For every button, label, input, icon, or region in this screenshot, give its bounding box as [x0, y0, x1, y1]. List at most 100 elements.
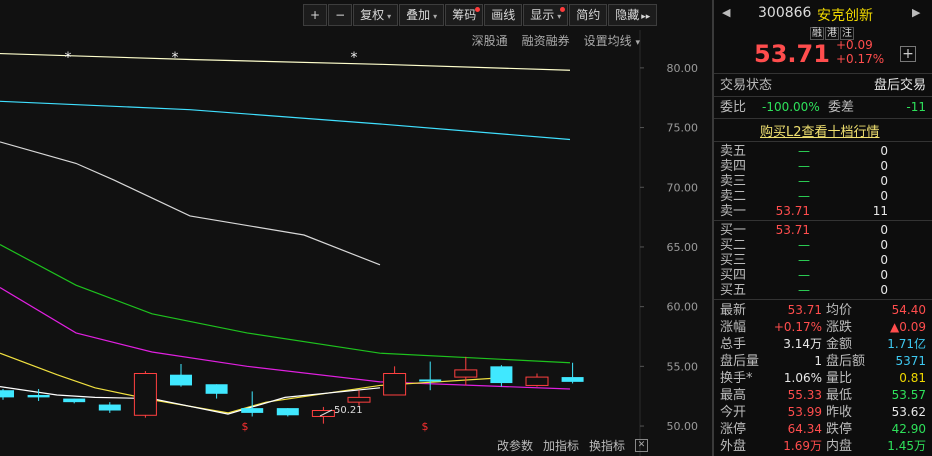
stat-label: 涨停 [720, 422, 747, 437]
stat-value: 64.34 [787, 422, 822, 436]
candle-body [454, 369, 478, 378]
stat-label: 均价 [826, 303, 853, 318]
kline-chart-area[interactable]: 80.00 75.00 70.00 65.00 60.00 55.00 50.00 * * * $ $… [0, 0, 712, 456]
star-marker: * [172, 50, 179, 66]
stat-value: 53.99 [787, 405, 822, 419]
stat-label: 最新 [720, 303, 747, 318]
stock-name: 安克创新 [817, 8, 873, 24]
toolbar-button[interactable]: 简约 [569, 4, 608, 26]
event-marker: $ [242, 420, 249, 433]
stat-label: 量比 [826, 371, 853, 386]
toolbar-button[interactable]: 隐藏 ▸▸ [608, 4, 658, 26]
weicha-value: -11 [906, 100, 926, 114]
y-tick-label: 75.00 [667, 122, 699, 135]
chevron-down-icon: ▾ [635, 38, 640, 48]
stat-label: 今开 [720, 405, 747, 420]
toolbar-button-label: 复权 [360, 8, 385, 22]
moving-average-line [0, 100, 571, 141]
book-level-label: 卖二 [720, 189, 747, 204]
stat-value: 54.40 [891, 303, 926, 317]
candle-body [241, 408, 264, 413]
book-level-price: — [798, 283, 810, 297]
divider [714, 299, 932, 300]
event-marker: $ [422, 420, 429, 433]
candle-body [170, 374, 192, 386]
stat-label: 涨幅 [720, 320, 747, 335]
next-stock-arrow-icon[interactable]: ▶ [912, 6, 920, 19]
stat-label: 涨跌 [826, 320, 853, 335]
book-level-label: 卖一 [720, 204, 747, 219]
book-level-label: 买三 [720, 253, 747, 268]
price-change: +0.09 [836, 38, 873, 52]
add-indicator-link[interactable]: 加指标 [543, 437, 579, 454]
candle-body [63, 398, 86, 403]
stock-header: ◀ 300866 安克创新 ▶ [714, 4, 932, 24]
buy-l2-link[interactable]: 购买L2查看十档行情 [760, 121, 880, 140]
divider [714, 220, 932, 221]
book-level-volume: 0 [880, 283, 888, 297]
toolbar-button[interactable]: 复权 ▾ [353, 4, 399, 26]
book-level-price: — [798, 238, 810, 252]
book-level-label: 卖三 [720, 174, 747, 189]
stat-value: 53.71 [787, 303, 822, 317]
book-level-volume: 0 [880, 268, 888, 282]
quote-panel: ◀ 300866 安克创新 ▶ 融港注 53.71 +0.09 +0.17% +… [714, 0, 932, 456]
candle-body [205, 384, 228, 394]
y-tick-label: 80.00 [667, 62, 699, 75]
book-level-price: — [798, 144, 810, 158]
toolbar-button-label: + [310, 8, 321, 22]
toolbar-button[interactable]: 叠加 ▾ [399, 4, 445, 26]
toolbar-button[interactable]: − [328, 4, 353, 26]
y-tick-label: 70.00 [667, 181, 699, 194]
add-watchlist-button[interactable]: + [900, 46, 916, 62]
notification-dot-icon [475, 7, 481, 12]
book-level-volume: 0 [880, 238, 888, 252]
book-level-volume: 0 [880, 159, 888, 173]
stat-value: 1.71亿 [887, 337, 926, 351]
price-change-pct: +0.17% [836, 52, 885, 66]
close-icon[interactable]: ✕ [635, 439, 648, 452]
toolbar-button[interactable]: 筹码 [445, 4, 484, 26]
kline-chart[interactable]: 80.00 75.00 70.00 65.00 60.00 55.00 50.00 * * * $ $… [0, 0, 712, 456]
weicha-label: 委差 [828, 100, 855, 115]
chevron-down-icon: ▾ [557, 12, 562, 21]
book-level-price: 53.71 [775, 223, 810, 237]
toolbar-button-label: 筹码 [452, 8, 477, 22]
chart-sub-links: 深股通 融资融券 设置均线 ▾ [472, 32, 640, 49]
book-level-volume: 0 [880, 144, 888, 158]
prev-stock-arrow-icon[interactable]: ◀ [722, 6, 730, 19]
switch-indicator-link[interactable]: 换指标 [589, 437, 625, 454]
toolbar-button[interactable]: 画线 [484, 4, 523, 26]
book-level-label: 卖四 [720, 159, 747, 174]
moving-average-line [0, 244, 571, 364]
toolbar-button-label: 叠加 [406, 8, 431, 22]
book-level-label: 买一 [720, 223, 747, 238]
change-params-link[interactable]: 改参数 [497, 437, 533, 454]
book-level-price: — [798, 253, 810, 267]
book-level-volume: 11 [872, 204, 888, 218]
toolbar-button[interactable]: + [303, 4, 328, 26]
stat-label: 跌停 [826, 422, 853, 437]
y-tick-label: 60.00 [667, 301, 699, 314]
stat-value: 42.90 [891, 422, 926, 436]
stat-value: 55.33 [787, 388, 822, 402]
star-marker: * [351, 50, 358, 66]
stat-value: 1.69万 [783, 439, 822, 453]
weibi-label: 委比 [720, 100, 747, 115]
ma-setting-link[interactable]: 设置均线 ▾ [584, 32, 640, 49]
shenhk-link[interactable]: 深股通 [472, 32, 508, 49]
toolbar-button[interactable]: 显示 ▾ [523, 4, 569, 26]
margin-link[interactable]: 融资融券 [522, 32, 570, 49]
stat-label: 盘后量 [720, 354, 760, 369]
y-tick-label: 55.00 [667, 360, 699, 373]
moving-average-line [0, 352, 495, 414]
candle-body [561, 377, 584, 382]
toolbar-button-label: 简约 [576, 8, 601, 22]
stat-label: 最高 [720, 388, 747, 403]
candle-body [383, 373, 407, 396]
candle-body [98, 404, 121, 411]
stat-value: 53.62 [891, 405, 926, 419]
stat-value: ▲0.09 [890, 320, 926, 334]
toolbar-button-label: 画线 [491, 8, 516, 22]
book-level-price: — [798, 189, 810, 203]
